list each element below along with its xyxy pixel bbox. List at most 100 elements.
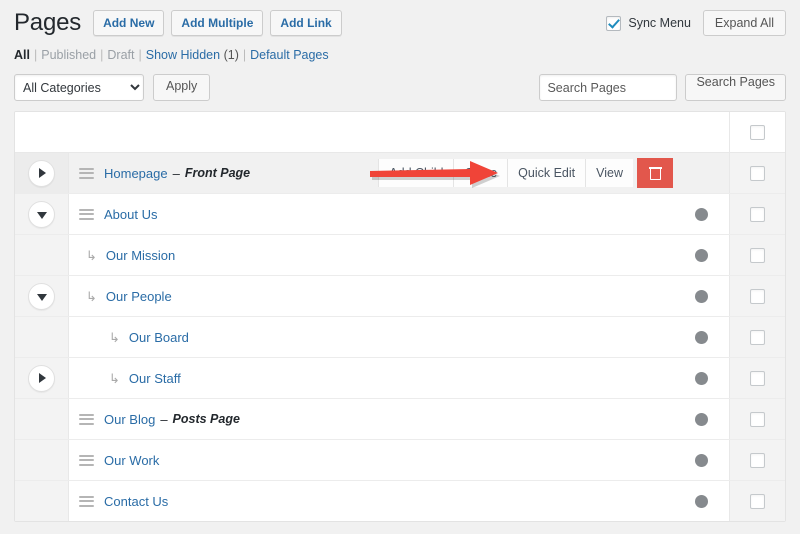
drag-handle-icon[interactable] <box>79 495 94 507</box>
drag-handle-icon[interactable] <box>79 167 94 179</box>
row-toggle-cell <box>15 235 69 275</box>
pages-row-list: Homepage – Front Page Add Child Clone Quick E… <box>15 153 785 521</box>
row-toggle-cell <box>15 481 69 521</box>
table-nav: All Categories Apply Search Pages <box>0 62 800 111</box>
filter-published[interactable]: Published <box>41 48 96 62</box>
collapse-toggle-button[interactable] <box>28 200 55 228</box>
delete-button[interactable] <box>637 158 673 188</box>
add-link-button[interactable]: Add Link <box>270 10 342 36</box>
row-status-cell <box>673 358 729 398</box>
status-dot-icon[interactable] <box>694 248 708 262</box>
page-title-link[interactable]: Our Staff <box>129 371 181 386</box>
drag-handle-icon[interactable] <box>79 413 94 425</box>
page-title-link[interactable]: Our Mission <box>106 248 175 263</box>
table-row[interactable]: Our Blog – Posts Page <box>15 399 785 440</box>
page-type-note: Posts Page <box>172 412 240 426</box>
status-dot-icon[interactable] <box>694 330 708 344</box>
status-dot-icon[interactable] <box>694 371 708 385</box>
collapse-toggle-button[interactable] <box>28 282 55 310</box>
add-child-button[interactable]: Add Child <box>378 159 454 187</box>
page-title-link[interactable]: Our Blog <box>104 412 155 427</box>
title-note-dash: – <box>172 165 180 181</box>
apply-filter-button[interactable]: Apply <box>153 74 211 101</box>
row-select-checkbox[interactable] <box>750 288 765 304</box>
child-indent-arrow-icon: ↳ <box>109 329 120 345</box>
row-select-cell <box>729 235 785 275</box>
row-status-cell <box>673 235 729 275</box>
row-toggle-cell <box>15 399 69 439</box>
page-header: Pages Add New Add Multiple Add Link Sync… <box>0 0 800 36</box>
row-select-checkbox[interactable] <box>750 493 765 509</box>
table-row[interactable]: ↳ Our Staff <box>15 358 785 399</box>
filter-all[interactable]: All <box>14 48 30 62</box>
filter-show-hidden[interactable]: Show Hidden <box>146 48 220 62</box>
row-select-cell <box>729 358 785 398</box>
status-dot-icon[interactable] <box>694 412 708 426</box>
expand-all-button[interactable]: Expand All <box>702 10 786 36</box>
row-toggle-cell <box>15 358 69 398</box>
row-title-cell: Our Work <box>69 440 673 480</box>
filter-separator-3: | <box>138 48 142 62</box>
row-select-checkbox[interactable] <box>750 452 765 468</box>
row-select-cell <box>729 440 785 480</box>
triangle-right-icon <box>39 168 46 178</box>
drag-handle-icon[interactable] <box>79 454 94 466</box>
drag-handle-icon[interactable] <box>79 208 94 220</box>
add-multiple-button[interactable]: Add Multiple <box>171 10 264 36</box>
table-row[interactable]: About Us <box>15 194 785 235</box>
row-select-checkbox[interactable] <box>750 247 765 263</box>
add-new-button[interactable]: Add New <box>93 10 165 36</box>
row-title-cell: ↳ Our People <box>69 276 673 316</box>
table-row[interactable]: ↳ Our People <box>15 276 785 317</box>
sync-menu-checkbox[interactable] <box>606 15 622 31</box>
filter-default-pages[interactable]: Default Pages <box>250 48 329 62</box>
page-title-link[interactable]: Our Board <box>129 330 189 345</box>
sync-menu-toggle[interactable]: Sync Menu <box>606 15 691 31</box>
row-select-checkbox[interactable] <box>750 165 765 181</box>
child-indent-arrow-icon: ↳ <box>86 247 97 263</box>
row-select-checkbox[interactable] <box>750 329 765 345</box>
category-filter-select[interactable]: All Categories <box>14 74 144 101</box>
clone-button[interactable]: Clone <box>453 159 508 187</box>
expand-toggle-button[interactable] <box>28 159 55 187</box>
status-dot-icon[interactable] <box>694 207 708 221</box>
expand-toggle-button[interactable] <box>28 364 55 392</box>
row-title-cell: Homepage – Front Page Add Child Clone Quick E… <box>69 153 673 193</box>
row-title-cell: Contact Us <box>69 481 673 521</box>
hidden-count: (1) <box>223 48 239 62</box>
row-status-cell <box>673 317 729 357</box>
search-controls: Search Pages <box>539 74 786 101</box>
filter-draft[interactable]: Draft <box>107 48 134 62</box>
child-indent-arrow-icon: ↳ <box>86 288 97 304</box>
row-select-checkbox[interactable] <box>750 370 765 386</box>
search-submit-button[interactable]: Search Pages <box>685 74 786 101</box>
row-select-checkbox[interactable] <box>750 411 765 427</box>
row-title-cell: Our Blog – Posts Page <box>69 399 673 439</box>
search-input[interactable] <box>539 74 678 101</box>
status-filter-links: All | Published | Draft | Show Hidden (1) | Defa… <box>0 34 800 62</box>
table-row[interactable]: ↳ Our Board <box>15 317 785 358</box>
page-title-link[interactable]: Our Work <box>104 453 159 468</box>
row-select-cell <box>729 317 785 357</box>
quick-edit-button[interactable]: Quick Edit <box>507 159 586 187</box>
row-select-checkbox[interactable] <box>750 206 765 222</box>
status-dot-icon[interactable] <box>694 289 708 303</box>
page-title-link[interactable]: About Us <box>104 207 157 222</box>
status-dot-icon[interactable] <box>694 494 708 508</box>
table-row[interactable]: Homepage – Front Page Add Child Clone Quick E… <box>15 153 785 194</box>
row-select-cell <box>729 399 785 439</box>
select-all-checkbox[interactable] <box>750 124 765 140</box>
view-button[interactable]: View <box>585 159 633 187</box>
status-dot-icon[interactable] <box>694 453 708 467</box>
row-title-cell: About Us <box>69 194 673 234</box>
table-row[interactable]: Our Work <box>15 440 785 481</box>
row-toggle-cell <box>15 194 69 234</box>
page-title-link[interactable]: Contact Us <box>104 494 168 509</box>
table-row[interactable]: Contact Us <box>15 481 785 521</box>
page-title-link[interactable]: Our People <box>106 289 172 304</box>
row-toggle-cell <box>15 317 69 357</box>
page-title-link[interactable]: Homepage <box>104 166 168 181</box>
table-row[interactable]: ↳ Our Mission <box>15 235 785 276</box>
trash-icon <box>648 166 662 180</box>
pages-table: Homepage – Front Page Add Child Clone Quick E… <box>14 111 786 522</box>
